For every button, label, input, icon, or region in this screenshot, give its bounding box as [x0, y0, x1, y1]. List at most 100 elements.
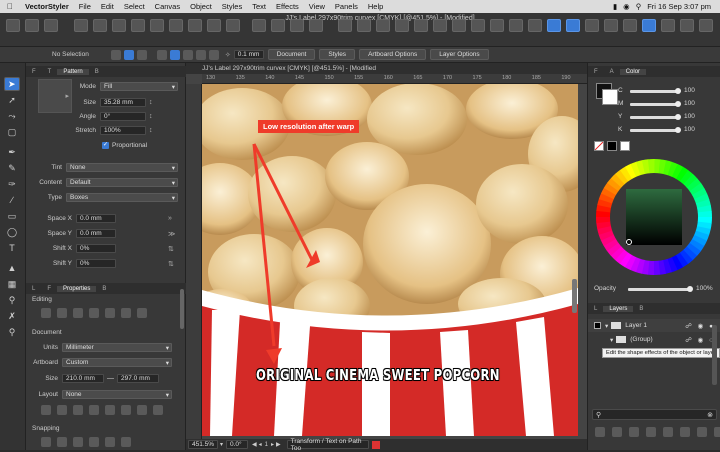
tool-icon-19[interactable]	[433, 19, 447, 32]
layer-row[interactable]: ▾ Layer 1 ☍ ◉ ●	[588, 319, 720, 332]
zoom-field[interactable]: 451.5%	[188, 440, 218, 449]
snap-icon-3[interactable]	[73, 437, 83, 447]
tool-icon-10[interactable]	[252, 19, 266, 32]
snap-icon-4[interactable]	[89, 437, 99, 447]
tool-icon-33[interactable]	[699, 19, 713, 32]
spacing-icon[interactable]: ≫	[168, 230, 175, 238]
line-tool-icon[interactable]: ∕	[4, 193, 20, 207]
tab-properties[interactable]: Properties	[57, 285, 97, 292]
align-icon-2[interactable]	[169, 49, 180, 60]
size-field[interactable]: 35.28 mm	[100, 98, 146, 107]
transform-icon[interactable]	[136, 49, 147, 60]
tool-icon-15[interactable]	[357, 19, 371, 32]
tool-icon-30[interactable]	[642, 19, 656, 32]
shiftx-field[interactable]: 0%	[76, 244, 116, 253]
menu-select[interactable]: Select	[119, 2, 150, 11]
channel-knob[interactable]	[675, 127, 681, 133]
snap-icon-1[interactable]	[41, 437, 51, 447]
last-page-icon[interactable]: ▶	[276, 441, 281, 448]
prev-page-icon[interactable]: ◂	[259, 441, 262, 448]
menu-edit[interactable]: Edit	[96, 2, 119, 11]
doc-icon-7[interactable]	[137, 405, 147, 415]
trash-icon[interactable]	[714, 427, 720, 437]
color-wheel[interactable]	[594, 157, 714, 277]
tab-layers[interactable]: Layers	[603, 305, 634, 312]
menu-help[interactable]: Help	[363, 2, 388, 11]
clear-icon[interactable]: ⊗	[707, 411, 713, 419]
channel-slider[interactable]	[630, 114, 681, 120]
group-row[interactable]: ▾ (Group) ☍ ◉ ○	[588, 333, 720, 346]
stroke-width-field[interactable]: 0.1 mm	[233, 50, 264, 59]
tool-icon-32[interactable]	[680, 19, 694, 32]
menu-file[interactable]: File	[74, 2, 96, 11]
effects-icon[interactable]	[680, 427, 690, 437]
tool-icon-6[interactable]	[169, 19, 183, 32]
snap-icon-5[interactable]	[105, 437, 115, 447]
shift-icon[interactable]: ⇅	[168, 260, 174, 268]
new-layer-icon[interactable]	[595, 427, 605, 437]
battery-icon[interactable]: ▮	[610, 2, 620, 11]
snap-icon-2[interactable]	[57, 437, 67, 447]
group-name[interactable]: (Group)	[630, 336, 652, 343]
tool-icon-25[interactable]	[547, 19, 561, 32]
black-swatch[interactable]	[607, 141, 617, 151]
align-icon-5[interactable]	[208, 49, 219, 60]
doc-icon-8[interactable]	[153, 405, 163, 415]
align-icon-1[interactable]	[156, 49, 167, 60]
status-color-swatch[interactable]	[371, 440, 380, 449]
chevron-down-icon[interactable]: ▾	[220, 441, 223, 448]
doc-height-field[interactable]: 297.0 mm	[117, 374, 159, 383]
units-select[interactable]: Millimeter ▾	[62, 343, 172, 352]
tab-l[interactable]: L	[588, 306, 603, 312]
spacey-field[interactable]: 0.0 mm	[76, 229, 116, 238]
node-select-icon[interactable]	[123, 49, 134, 60]
saturation-square[interactable]	[626, 189, 682, 245]
stretch-field[interactable]: 100%	[100, 126, 146, 135]
channel-slider[interactable]	[630, 127, 681, 133]
tab-b[interactable]: B	[633, 306, 649, 312]
lock-layer-icon[interactable]	[629, 427, 639, 437]
folder-icon[interactable]	[697, 427, 707, 437]
zoom-tool-icon[interactable]: ⚲	[4, 325, 20, 339]
brush-tool-icon[interactable]: ✑	[4, 177, 20, 191]
edit-icon-4[interactable]	[89, 308, 99, 318]
edit-icon-5[interactable]	[105, 308, 115, 318]
edit-icon-3[interactable]	[73, 308, 83, 318]
tab-f[interactable]: F	[26, 69, 42, 75]
spacing-icon[interactable]: »	[168, 215, 172, 222]
tool-icon-22[interactable]	[490, 19, 504, 32]
doc-icon-3[interactable]	[73, 405, 83, 415]
artboard-options-button[interactable]: Artboard Options	[359, 49, 427, 60]
doc-width-field[interactable]: 210.0 mm	[62, 374, 104, 383]
channel-value[interactable]: 100	[684, 100, 695, 107]
document-tab[interactable]: JJ's Label 297x90trim curvex [CMYK] [@45…	[186, 63, 587, 74]
tool-icon-27[interactable]	[585, 19, 599, 32]
tool-icon-23[interactable]	[509, 19, 523, 32]
menu-app[interactable]: VectorStyler	[20, 2, 74, 11]
tab-color[interactable]: Color	[619, 68, 647, 75]
channel-slider[interactable]	[630, 101, 681, 107]
channel-value[interactable]: 100	[684, 126, 695, 133]
menu-styles[interactable]: Styles	[217, 2, 247, 11]
tool-icon-14[interactable]	[338, 19, 352, 32]
tool-icon-26[interactable]	[566, 19, 580, 32]
first-page-icon[interactable]: ◀	[252, 441, 257, 448]
node-tool-icon[interactable]: ➚	[4, 93, 20, 107]
white-swatch[interactable]	[620, 141, 630, 151]
layout-select[interactable]: None ▾	[62, 390, 172, 399]
menu-panels[interactable]: Panels	[330, 2, 363, 11]
stepper-icon[interactable]: ↕	[149, 113, 153, 120]
edit-icon-2[interactable]	[57, 308, 67, 318]
channel-value[interactable]: 100	[684, 87, 695, 94]
artwork[interactable]: Low resolution after warp ORIGINAL CINEM…	[202, 84, 578, 436]
pointer-icon[interactable]	[110, 49, 121, 60]
layer-name[interactable]: Layer 1	[625, 322, 647, 329]
canvas-scrollbar[interactable]	[572, 279, 577, 313]
layer-controls-icons[interactable]: ☍ ◉ ●	[685, 322, 715, 330]
shift-icon[interactable]: ⇅	[168, 245, 174, 253]
snap-icon-6[interactable]	[121, 437, 131, 447]
tool-icon-21[interactable]	[471, 19, 485, 32]
opacity-knob[interactable]	[687, 286, 693, 292]
ellipse-tool-icon[interactable]: ◯	[4, 225, 20, 239]
align-icon-3[interactable]	[182, 49, 193, 60]
